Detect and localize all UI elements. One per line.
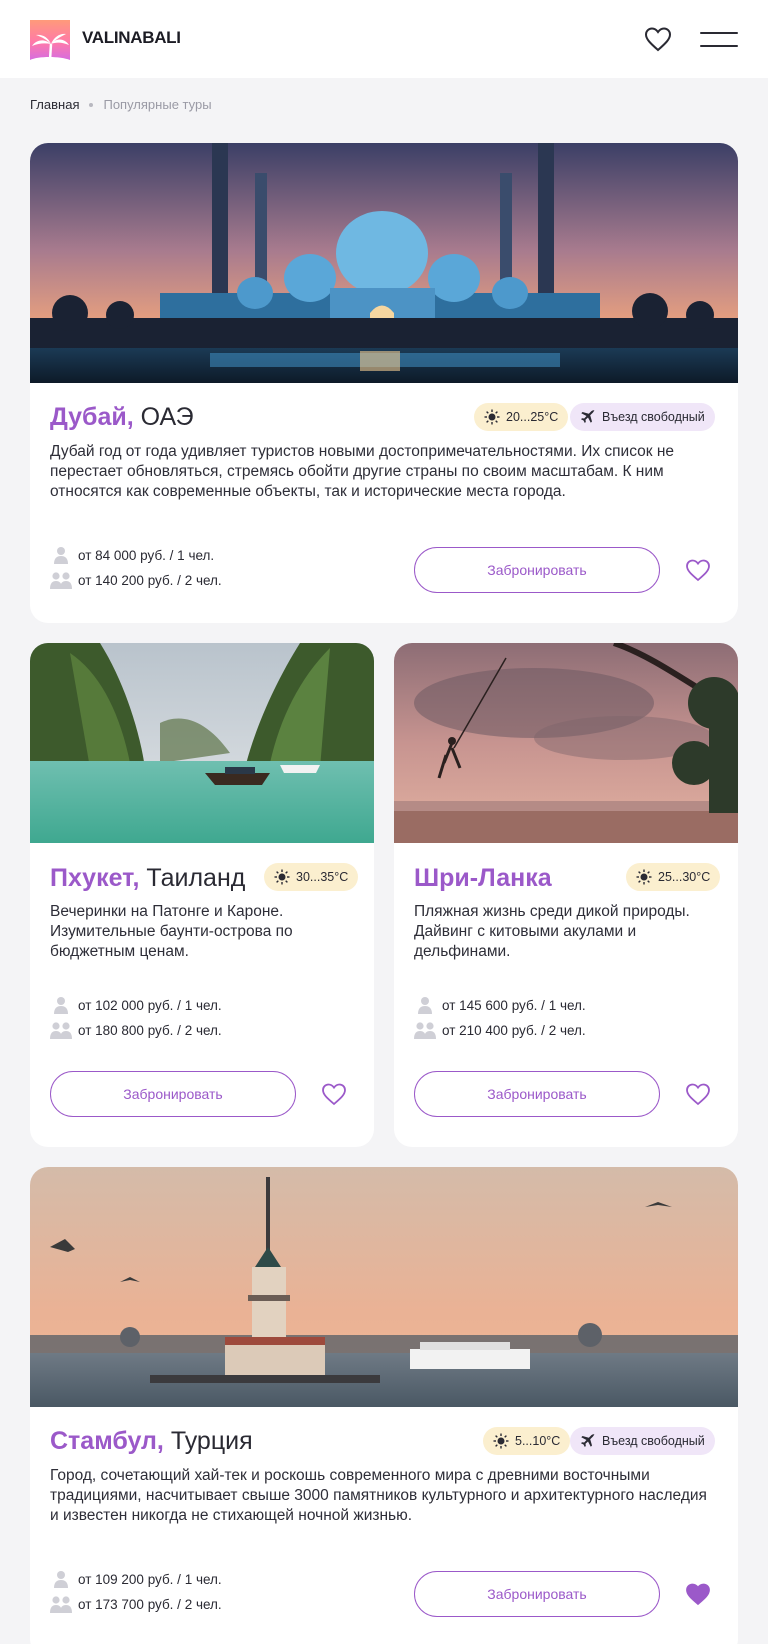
temperature-badge: 20...25°C (474, 403, 569, 431)
price-one-person: от 102 000 руб. / 1 чел. (50, 996, 222, 1014)
price-two-text: от 210 400 руб. / 2 чел. (442, 1022, 586, 1038)
favorites-heart-icon[interactable] (644, 26, 672, 52)
sun-icon (493, 1433, 509, 1449)
favorite-heart-icon[interactable] (685, 558, 711, 582)
price-two-text: от 173 700 руб. / 2 чел. (78, 1596, 222, 1612)
price-one-person: от 109 200 руб. / 1 чел. (50, 1570, 222, 1588)
sun-icon (636, 869, 652, 885)
book-button[interactable]: Забронировать (414, 547, 660, 593)
plane-icon (581, 410, 595, 423)
plane-icon (581, 1434, 595, 1447)
tour-city[interactable]: Стамбул, (50, 1427, 164, 1455)
breadcrumb-current: Популярные туры (103, 97, 212, 112)
tour-image-istanbul (30, 1167, 738, 1407)
tour-description: Пляжная жизнь среди дикой природы. Дайви… (414, 903, 690, 960)
price-one-text: от 145 600 руб. / 1 чел. (442, 997, 586, 1013)
tour-title: Пхукет, Таиланд (50, 863, 245, 893)
temperature-badge: 30...35°C (264, 863, 359, 891)
price-one-text: от 102 000 руб. / 1 чел. (78, 997, 222, 1013)
tour-description: Дубай год от года удивляет туристов новы… (50, 443, 675, 500)
tour-country: ОАЭ (133, 403, 194, 431)
price-one-text: от 109 200 руб. / 1 чел. (78, 1571, 222, 1587)
tour-title: Стамбул, Турция (50, 1426, 253, 1456)
book-button[interactable]: Забронировать (50, 1071, 296, 1117)
price-one-person: от 145 600 руб. / 1 чел. (414, 996, 586, 1014)
tour-card-istanbul: Стамбул, Турция 5...10°C Въезд свободный… (30, 1167, 738, 1644)
two-persons-icon (50, 572, 72, 589)
tour-city[interactable]: Пхукет, (50, 864, 139, 892)
brand-name[interactable]: VALINABALI (82, 28, 181, 48)
price-one-person: от 84 000 руб. / 1 чел. (50, 546, 214, 564)
tour-title: Шри-Ланка (414, 863, 552, 893)
menu-icon[interactable] (700, 30, 738, 50)
price-two-persons: от 180 800 руб. / 2 чел. (50, 1021, 222, 1039)
price-two-persons: от 173 700 руб. / 2 чел. (50, 1595, 222, 1613)
tour-description: Город, сочетающий хай-тек и роскошь совр… (50, 1467, 707, 1524)
two-persons-icon (50, 1022, 72, 1039)
two-persons-icon (50, 1596, 72, 1613)
price-two-persons: от 210 400 руб. / 2 чел. (414, 1021, 586, 1039)
favorite-heart-icon[interactable] (321, 1082, 347, 1106)
person-icon (418, 997, 432, 1014)
tour-country: Таиланд (139, 864, 246, 892)
tour-card-dubai: Дубай, ОАЭ 20...25°C Въезд свободный Дуб… (30, 143, 738, 623)
entry-badge: Въезд свободный (570, 403, 715, 431)
entry-status: Въезд свободный (602, 1434, 705, 1448)
tour-card-srilanka: Шри-Ланка 25...30°C Пляжная жизнь среди … (394, 643, 738, 1147)
favorite-heart-filled-icon[interactable] (685, 1582, 711, 1606)
breadcrumb-home-link[interactable]: Главная (30, 97, 79, 112)
tour-city[interactable]: Шри-Ланка (414, 864, 552, 892)
price-one-text: от 84 000 руб. / 1 чел. (78, 547, 215, 563)
tour-image-dubai (30, 143, 738, 383)
temperature-value: 30...35°C (296, 870, 349, 884)
tour-description: Вечеринки на Патонге и Кароне. Изумитель… (50, 903, 293, 960)
person-icon (54, 547, 68, 564)
person-icon (54, 997, 68, 1014)
palm-logo-icon (30, 33, 70, 60)
temperature-value: 20...25°C (506, 410, 559, 424)
sun-icon (484, 409, 500, 425)
two-persons-icon (414, 1022, 436, 1039)
price-two-persons: от 140 200 руб. / 2 чел. (50, 571, 222, 589)
sun-icon (274, 869, 290, 885)
entry-badge: Въезд свободный (570, 1427, 715, 1455)
temperature-badge: 25...30°C (626, 863, 721, 891)
tour-image-srilanka (394, 643, 738, 843)
book-button[interactable]: Забронировать (414, 1071, 660, 1117)
temperature-value: 25...30°C (658, 870, 711, 884)
tour-city[interactable]: Дубай, (50, 403, 134, 431)
logo[interactable] (30, 20, 70, 60)
tour-card-phuket: Пхукет, Таиланд 30...35°C Вечеринки на П… (30, 643, 374, 1147)
book-button[interactable]: Забронировать (414, 1571, 660, 1617)
breadcrumb: Главная Популярные туры (30, 97, 212, 112)
price-two-text: от 140 200 руб. / 2 чел. (78, 572, 222, 588)
temperature-badge: 5...10°C (483, 1427, 571, 1455)
entry-status: Въезд свободный (602, 410, 705, 424)
temperature-value: 5...10°C (515, 1434, 561, 1448)
favorite-heart-icon[interactable] (685, 1082, 711, 1106)
person-icon (54, 1571, 68, 1588)
price-two-text: от 180 800 руб. / 2 чел. (78, 1022, 222, 1038)
top-header: VALINABALI (0, 0, 768, 78)
breadcrumb-separator (89, 102, 94, 107)
tour-image-phuket (30, 643, 374, 843)
tour-title: Дубай, ОАЭ (50, 402, 194, 432)
tour-country: Турция (163, 1427, 253, 1455)
